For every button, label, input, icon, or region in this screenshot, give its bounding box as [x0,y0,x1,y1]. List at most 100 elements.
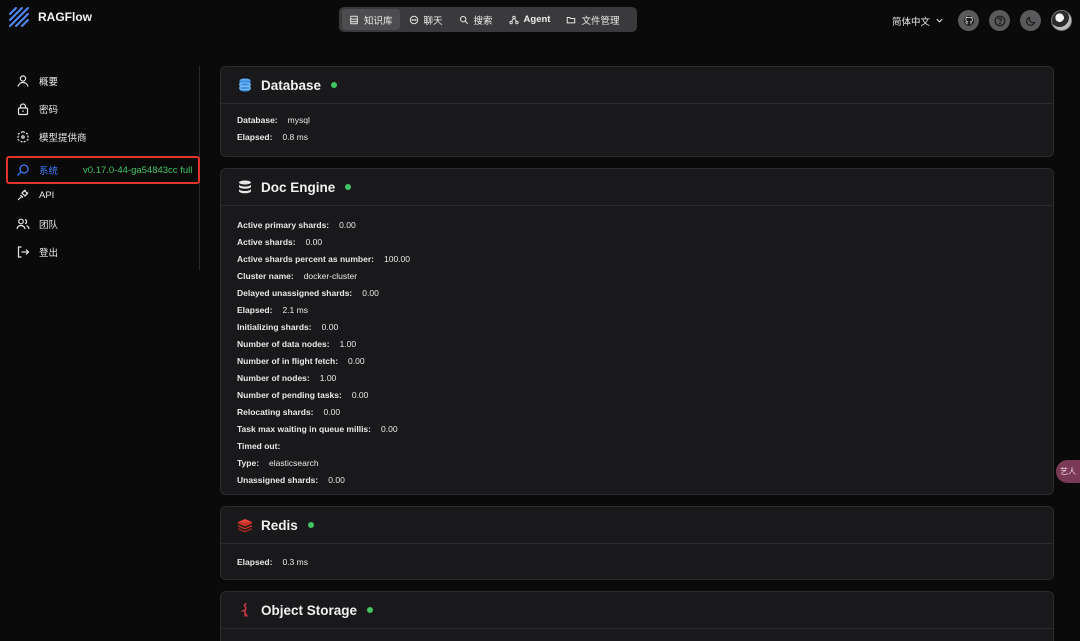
sidebar-item-profile[interactable]: 概要 [6,68,199,94]
info-row: Number of data nodes: 1.00 [237,335,1037,352]
row-value: 0.00 [381,423,398,434]
sidebar-item-password[interactable]: 密码 [6,96,199,122]
row-key: Elapsed: [237,556,273,567]
sidebar-item-label: 登出 [39,248,59,259]
object-storage-card: Object Storage [220,591,1054,641]
ragflow-logo-icon [9,7,29,27]
card-header: Doc Engine [221,169,1053,206]
info-row: Relocating shards: 0.00 [237,403,1037,420]
sidebar-item-logout[interactable]: 登出 [6,239,199,265]
lock-icon [17,103,29,116]
row-key: Timed out: [237,440,281,451]
side-tab-label: 艺人 [1060,467,1076,476]
sidebar-item-label: 模型提供商 [39,133,87,144]
row-value: 0.8 ms [282,131,308,142]
settings-sidebar: 概要 密码 模型提供商 系统 v0.17.0-44-ga54843cc full… [0,66,200,270]
theme-toggle-button[interactable] [1020,10,1041,31]
nav-agent[interactable]: Agent [502,9,558,30]
sidebar-item-label: API [39,189,55,201]
doc-engine-card: Doc Engine Active primary shards: 0.00 Act… [220,168,1054,495]
sidebar-item-model-providers[interactable]: 模型提供商 [6,124,199,150]
row-value: 0.00 [339,219,356,230]
info-row: Database: mysql [237,111,1037,128]
app-logo[interactable]: RAGFlow [8,6,92,28]
help-button[interactable] [989,10,1010,31]
row-value: 0.3 ms [282,556,308,567]
row-value: 1.00 [339,338,357,349]
card-header: Database [221,67,1053,104]
info-row: Active primary shards: 0.00 [237,216,1037,233]
info-row: Cluster name: docker-cluster [237,267,1037,284]
row-key: Task max waiting in queue millis: [237,423,371,434]
card-header: Object Storage [221,592,1053,629]
redis-card: Redis Elapsed: 0.3 ms [220,506,1054,580]
status-dot [345,184,352,190]
row-value: 2.1 ms [282,304,308,315]
floating-side-tab[interactable]: 艺人 [1056,460,1080,483]
row-key: Number of pending tasks: [237,389,342,400]
card-title: Database [261,77,322,93]
row-value: 0.00 [321,321,339,332]
nav-search[interactable]: 搜索 [452,9,500,30]
sidebar-item-label: 团队 [39,220,59,231]
agent-icon [508,15,519,24]
search-icon [459,15,468,24]
info-row: Delayed unassigned shards: 0.00 [237,284,1037,301]
app-name: RAGFlow [38,10,92,24]
row-value: 0.00 [348,355,365,366]
info-row: Initializing shards: 0.00 [237,318,1037,335]
language-selector[interactable]: 简体中文 [892,14,944,28]
status-dot [307,522,314,528]
system-version-label: v0.17.0-44-ga54843cc full [83,164,193,176]
stack-icon [239,180,251,194]
row-key: Database: [237,114,278,125]
row-key: Active primary shards: [237,219,330,230]
main-nav: 知识库 聊天 搜索 Agent 文件管理 [339,7,637,32]
card-title: Redis [261,517,298,533]
nav-label: 知识库 [364,15,393,27]
language-label: 简体中文 [891,16,930,28]
row-key: Type: [237,457,260,468]
database-cylinder-icon [239,78,251,92]
nav-label: 聊天 [423,15,443,27]
github-button[interactable] [958,10,979,31]
card-title: Object Storage [261,602,358,618]
info-row: Number of in flight fetch: 0.00 [237,352,1037,369]
sidebar-item-team[interactable]: 团队 [6,211,199,237]
nav-knowledge-base[interactable]: 知识库 [342,9,400,30]
top-header: RAGFlow 知识库 聊天 搜索 Agent 文件管理 简体中文 [0,0,1080,44]
header-tools: 简体中文 [892,10,1072,31]
sidebar-item-label: 密码 [39,105,59,116]
team-icon [16,218,30,230]
row-key: Active shards percent as number: [237,253,374,264]
row-value: 0.00 [328,474,345,485]
nav-file-management[interactable]: 文件管理 [559,9,626,30]
plug-icon [17,189,29,201]
row-key: Delayed unassigned shards: [237,287,353,298]
moon-icon [1025,16,1035,26]
info-row: Number of nodes: 1.00 [237,369,1037,386]
row-value: docker-cluster [303,270,358,281]
row-key: Elapsed: [237,304,273,315]
folder-icon [567,16,576,23]
nav-chat[interactable]: 聊天 [402,9,450,30]
status-dot [331,82,338,88]
database-icon [350,15,358,24]
sidebar-item-system[interactable]: 系统 v0.17.0-44-ga54843cc full [6,156,200,184]
info-row: Number of pending tasks: 0.00 [237,386,1037,403]
card-body: Elapsed: 0.3 ms [221,544,1053,579]
row-value: 1.00 [319,372,337,383]
nav-label: 搜索 [473,15,493,27]
info-row: Elapsed: 0.8 ms [237,128,1037,145]
chevron-down-icon [936,18,943,23]
info-row: Timed out: [237,437,1037,454]
sidebar-item-label: 系统 [39,166,59,177]
sidebar-item-api[interactable]: API [6,182,199,208]
row-key: Relocating shards: [237,406,314,417]
card-title: Doc Engine [261,179,336,195]
card-body: Active primary shards: 0.00 Active shards:… [221,206,1053,494]
user-avatar[interactable] [1051,10,1072,31]
redis-icon [238,519,252,533]
info-row: Unassigned shards: 0.00 [237,471,1037,488]
nav-label: 文件管理 [581,15,620,27]
